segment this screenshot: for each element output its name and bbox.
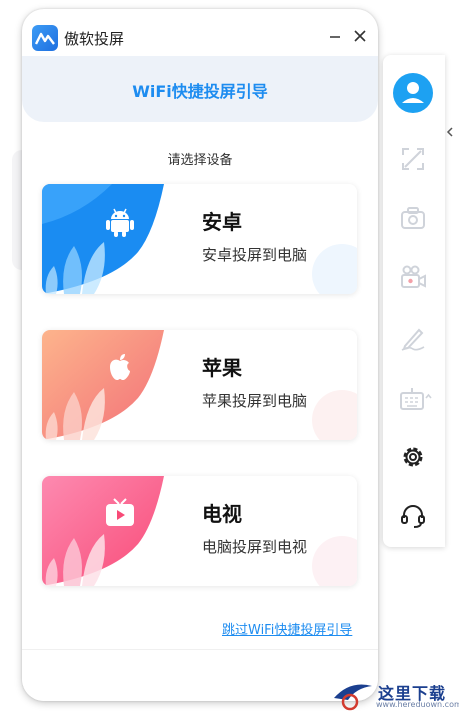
select-device-prompt: 请选择设备 [167,153,233,168]
android-icon [102,203,138,239]
device-name: 苹果 [202,356,242,380]
window-footer [22,649,378,701]
camera-icon[interactable] [393,198,433,238]
settings-gear-icon[interactable] [393,437,433,477]
device-name: 电视 [202,502,242,526]
app-logo-icon [32,25,58,51]
guide-banner: WiFi快捷投屏引导 [22,56,378,122]
device-description: 电脑投屏到电视 [202,538,308,556]
user-avatar-icon[interactable] [393,73,433,113]
device-card-apple[interactable]: 苹果 苹果投屏到电脑 [42,330,357,440]
card-decoration [42,476,357,586]
card-decoration [42,330,357,440]
banner-title: WiFi快捷投屏引导 [132,82,268,101]
device-description: 苹果投屏到电脑 [202,392,308,410]
device-description: 安卓投屏到电脑 [202,246,308,264]
apple-icon [102,349,138,385]
tv-icon [102,495,138,531]
headset-support-icon[interactable] [393,496,433,536]
main-window: 傲软投屏 WiFi快捷投屏引导 请选择设备 安卓 安卓投屏到电脑 苹果 苹果投屏… [22,9,378,701]
close-button[interactable] [351,27,369,45]
fullscreen-icon[interactable] [393,139,433,179]
device-card-tv[interactable]: 电视 电脑投屏到电视 [42,476,357,586]
minimize-button[interactable] [326,27,344,45]
device-name: 安卓 [202,210,242,234]
watermark-url: www.hereduown.com [376,700,459,709]
keyboard-icon[interactable] [393,378,433,418]
side-toolbar [383,55,445,547]
pen-icon[interactable] [393,318,433,358]
app-title: 傲软投屏 [64,30,125,48]
collapse-sidebar-chevron-icon[interactable] [443,120,457,144]
watermark-logo-icon [334,684,372,711]
video-record-icon[interactable] [393,257,433,297]
title-bar: 傲软投屏 [22,9,378,55]
device-card-android[interactable]: 安卓 安卓投屏到电脑 [42,184,357,294]
card-decoration [42,184,357,294]
skip-guide-link[interactable]: 跳过WiFi快捷投屏引导 [222,619,352,638]
